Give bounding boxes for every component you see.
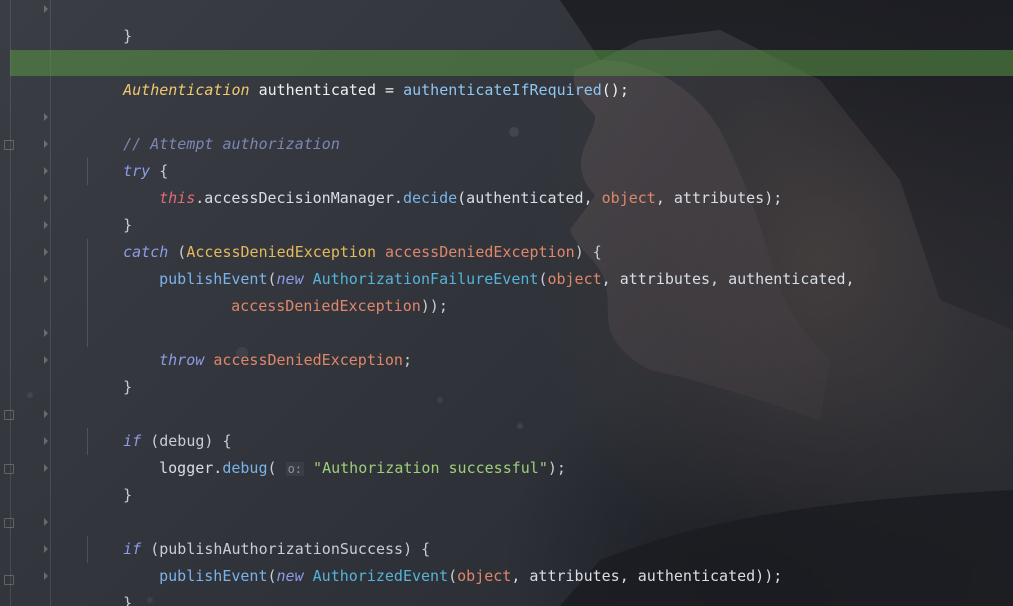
method-token: debug — [222, 459, 268, 477]
punctuation-token: ( — [448, 567, 458, 585]
code-line[interactable]: if (publishAuthorizationSuccess) { — [87, 509, 430, 558]
indent-guide — [87, 239, 88, 347]
code-line[interactable]: } — [87, 455, 132, 504]
code-editor[interactable]: } Authentication authenticated = authent… — [0, 0, 1013, 606]
punctuation-token: ; — [402, 351, 412, 369]
closing-brace: } — [123, 486, 133, 504]
closing-brace: } — [123, 27, 133, 45]
method-token: decide — [402, 189, 458, 207]
param-token: object — [601, 189, 656, 207]
method-token: publishEvent — [159, 567, 268, 585]
code-line[interactable]: logger.debug( o: "Authorization successf… — [87, 428, 566, 477]
type-token: Authentication — [123, 81, 250, 99]
args-token: , attributes); — [655, 189, 783, 207]
field-token: .accessDecisionManager. — [195, 189, 403, 207]
code-line[interactable]: if (debug) { — [87, 401, 231, 450]
indent-guide — [87, 428, 88, 455]
code-line[interactable]: publishEvent(new AuthorizedEvent(object,… — [87, 536, 782, 585]
class-token: AuthorizedEvent — [312, 567, 449, 585]
this-keyword-token: this — [159, 189, 196, 207]
param-token: object — [547, 270, 602, 288]
string-token: "Authorization successful" — [313, 459, 548, 477]
code-line[interactable]: throw accessDeniedException; — [87, 320, 412, 369]
method-token: authenticateIfRequired — [403, 81, 602, 99]
punctuation-token: ); — [547, 459, 566, 477]
punctuation-token: ( — [267, 459, 286, 477]
code-line[interactable]: } — [87, 347, 132, 396]
code-line[interactable]: accessDeniedException)); — [87, 266, 448, 315]
code-line-highlighted[interactable]: Authentication authenticated = authentic… — [87, 50, 629, 99]
code-line[interactable]: } — [87, 185, 132, 234]
code-line[interactable]: try { — [87, 131, 168, 180]
code-line[interactable]: this.accessDecisionManager.decide(authen… — [87, 158, 782, 207]
args-token: , attributes, authenticated)); — [511, 567, 783, 585]
keyword-token: throw — [159, 351, 205, 369]
parameter-hint: o: — [285, 462, 305, 476]
punctuation-token: )); — [420, 297, 448, 315]
args-token: , attributes, authenticated, — [601, 270, 855, 288]
code-line[interactable]: publishEvent(new AuthorizationFailureEve… — [87, 239, 854, 288]
code-line[interactable]: catch (AccessDeniedException accessDenie… — [87, 212, 602, 261]
param-token: object — [457, 567, 512, 585]
closing-brace: } — [123, 594, 133, 606]
args-token: (authenticated, — [457, 189, 602, 207]
indent-guide — [87, 158, 88, 185]
variable-token: authenticated = — [249, 81, 404, 99]
closing-brace: } — [123, 378, 133, 396]
variable-token: logger. — [159, 459, 223, 477]
param-token: accessDeniedException — [213, 351, 403, 369]
param-token: accessDeniedException — [231, 297, 421, 315]
keyword-token: new — [276, 567, 304, 585]
code-line[interactable]: } — [87, 563, 132, 606]
punctuation-token: (); — [601, 81, 629, 99]
indent-guide — [87, 536, 88, 563]
code-line[interactable]: } — [87, 0, 132, 45]
punctuation-token: ( — [267, 567, 277, 585]
code-line[interactable]: // Attempt authorization — [87, 104, 340, 153]
